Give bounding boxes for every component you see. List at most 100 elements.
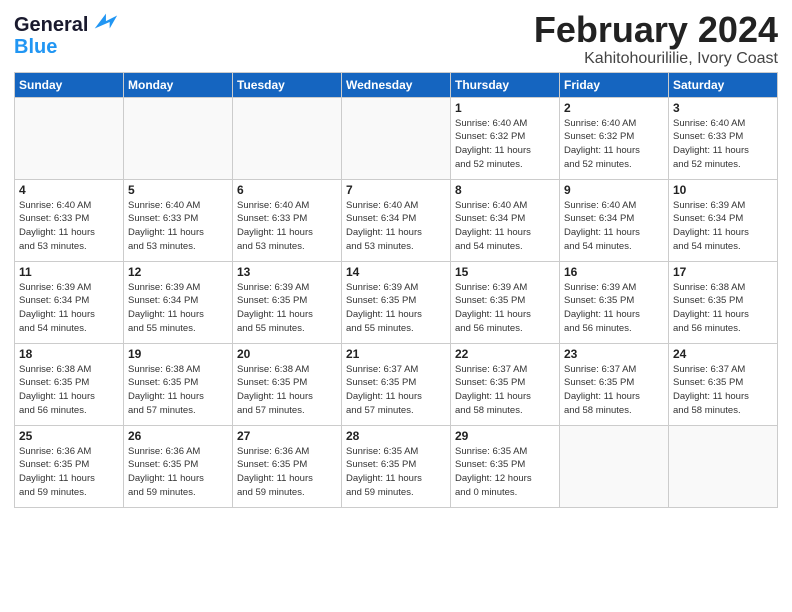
calendar-cell [669,425,778,507]
day-number: 24 [673,347,773,361]
day-info: Sunrise: 6:39 AMSunset: 6:34 PMDaylight:… [673,199,773,254]
calendar-table: Sunday Monday Tuesday Wednesday Thursday… [14,72,778,508]
day-number: 15 [455,265,555,279]
day-number: 28 [346,429,446,443]
day-number: 17 [673,265,773,279]
day-number: 20 [237,347,337,361]
col-tuesday: Tuesday [233,72,342,97]
day-info: Sunrise: 6:36 AMSunset: 6:35 PMDaylight:… [128,445,228,500]
day-info: Sunrise: 6:40 AMSunset: 6:32 PMDaylight:… [455,117,555,172]
week-row-2: 4 Sunrise: 6:40 AMSunset: 6:33 PMDaylight… [15,179,778,261]
day-number: 1 [455,101,555,115]
day-info: Sunrise: 6:39 AMSunset: 6:35 PMDaylight:… [564,281,664,336]
day-number: 2 [564,101,664,115]
day-info: Sunrise: 6:37 AMSunset: 6:35 PMDaylight:… [673,363,773,418]
calendar-cell: 18 Sunrise: 6:38 AMSunset: 6:35 PMDayligh… [15,343,124,425]
title-block: February 2024 Kahitohourililie, Ivory Co… [534,10,778,68]
calendar-cell: 27Sunrise: 6:36 AMSunset: 6:35 PMDayligh… [233,425,342,507]
calendar-cell: 5 Sunrise: 6:40 AMSunset: 6:33 PMDaylight… [124,179,233,261]
calendar-cell [124,97,233,179]
col-friday: Friday [560,72,669,97]
logo: General Blue [14,14,119,58]
calendar-header-row: Sunday Monday Tuesday Wednesday Thursday… [15,72,778,97]
calendar-cell [560,425,669,507]
calendar-cell: 1 Sunrise: 6:40 AMSunset: 6:32 PMDaylight… [451,97,560,179]
day-info: Sunrise: 6:35 AMSunset: 6:35 PMDaylight:… [346,445,446,500]
day-info: Sunrise: 6:37 AMSunset: 6:35 PMDaylight:… [564,363,664,418]
day-info: Sunrise: 6:40 AMSunset: 6:34 PMDaylight:… [455,199,555,254]
day-info: Sunrise: 6:38 AMSunset: 6:35 PMDaylight:… [673,281,773,336]
calendar-cell: 9Sunrise: 6:40 AMSunset: 6:34 PMDaylight… [560,179,669,261]
location-subtitle: Kahitohourililie, Ivory Coast [534,50,778,68]
calendar-cell: 22 Sunrise: 6:37 AMSunset: 6:35 PMDayligh… [451,343,560,425]
day-info: Sunrise: 6:40 AMSunset: 6:33 PMDaylight:… [673,117,773,172]
week-row-3: 11Sunrise: 6:39 AMSunset: 6:34 PMDayligh… [15,261,778,343]
day-number: 4 [19,183,119,197]
header: General Blue February 2024 Kahitohourili… [14,10,778,68]
day-info: Sunrise: 6:40 AMSunset: 6:33 PMDaylight:… [19,199,119,254]
day-info: Sunrise: 6:39 AMSunset: 6:35 PMDaylight:… [455,281,555,336]
day-info: Sunrise: 6:37 AMSunset: 6:35 PMDaylight:… [346,363,446,418]
col-monday: Monday [124,72,233,97]
day-info: Sunrise: 6:40 AMSunset: 6:32 PMDaylight:… [564,117,664,172]
logo-text: General [14,14,88,36]
col-wednesday: Wednesday [342,72,451,97]
calendar-cell: 7 Sunrise: 6:40 AMSunset: 6:34 PMDaylight… [342,179,451,261]
calendar-cell: 23 Sunrise: 6:37 AMSunset: 6:35 PMDayligh… [560,343,669,425]
week-row-5: 25 Sunrise: 6:36 AMSunset: 6:35 PMDayligh… [15,425,778,507]
calendar-cell: 3 Sunrise: 6:40 AMSunset: 6:33 PMDaylight… [669,97,778,179]
day-info: Sunrise: 6:40 AMSunset: 6:33 PMDaylight:… [128,199,228,254]
week-row-1: 1 Sunrise: 6:40 AMSunset: 6:32 PMDaylight… [15,97,778,179]
day-info: Sunrise: 6:40 AMSunset: 6:33 PMDaylight:… [237,199,337,254]
calendar-cell: 17 Sunrise: 6:38 AMSunset: 6:35 PMDayligh… [669,261,778,343]
day-number: 6 [237,183,337,197]
col-thursday: Thursday [451,72,560,97]
day-number: 21 [346,347,446,361]
calendar-cell: 14 Sunrise: 6:39 AMSunset: 6:35 PMDayligh… [342,261,451,343]
week-row-4: 18 Sunrise: 6:38 AMSunset: 6:35 PMDayligh… [15,343,778,425]
day-info: Sunrise: 6:40 AMSunset: 6:34 PMDaylight:… [346,199,446,254]
day-info: Sunrise: 6:38 AMSunset: 6:35 PMDaylight:… [19,363,119,418]
day-number: 16 [564,265,664,279]
calendar-cell: 4 Sunrise: 6:40 AMSunset: 6:33 PMDaylight… [15,179,124,261]
day-info: Sunrise: 6:38 AMSunset: 6:35 PMDaylight:… [237,363,337,418]
calendar-cell [15,97,124,179]
day-number: 14 [346,265,446,279]
day-number: 10 [673,183,773,197]
day-number: 22 [455,347,555,361]
day-info: Sunrise: 6:40 AMSunset: 6:34 PMDaylight:… [564,199,664,254]
day-info: Sunrise: 6:37 AMSunset: 6:35 PMDaylight:… [455,363,555,418]
day-number: 7 [346,183,446,197]
calendar-cell: 10 Sunrise: 6:39 AMSunset: 6:34 PMDayligh… [669,179,778,261]
calendar-cell: 29Sunrise: 6:35 AMSunset: 6:35 PMDayligh… [451,425,560,507]
day-info: Sunrise: 6:39 AMSunset: 6:35 PMDaylight:… [346,281,446,336]
day-number: 8 [455,183,555,197]
calendar-cell: 13 Sunrise: 6:39 AMSunset: 6:35 PMDayligh… [233,261,342,343]
calendar-cell: 24 Sunrise: 6:37 AMSunset: 6:35 PMDayligh… [669,343,778,425]
col-sunday: Sunday [15,72,124,97]
day-info: Sunrise: 6:39 AMSunset: 6:35 PMDaylight:… [237,281,337,336]
month-year-title: February 2024 [534,10,778,50]
day-number: 18 [19,347,119,361]
day-info: Sunrise: 6:36 AMSunset: 6:35 PMDaylight:… [19,445,119,500]
calendar-cell: 28 Sunrise: 6:35 AMSunset: 6:35 PMDayligh… [342,425,451,507]
logo-blue-text: Blue [14,36,57,58]
day-info: Sunrise: 6:35 AMSunset: 6:35 PMDaylight:… [455,445,555,500]
calendar-cell: 2 Sunrise: 6:40 AMSunset: 6:32 PMDaylight… [560,97,669,179]
day-number: 27 [237,429,337,443]
calendar-cell [342,97,451,179]
day-number: 3 [673,101,773,115]
day-number: 13 [237,265,337,279]
day-number: 19 [128,347,228,361]
day-number: 25 [19,429,119,443]
calendar-cell: 21 Sunrise: 6:37 AMSunset: 6:35 PMDayligh… [342,343,451,425]
day-number: 23 [564,347,664,361]
calendar-cell: 6 Sunrise: 6:40 AMSunset: 6:33 PMDaylight… [233,179,342,261]
day-number: 11 [19,265,119,279]
calendar-cell [233,97,342,179]
calendar-cell: 12Sunrise: 6:39 AMSunset: 6:34 PMDayligh… [124,261,233,343]
day-number: 5 [128,183,228,197]
calendar-cell: 8 Sunrise: 6:40 AMSunset: 6:34 PMDaylight… [451,179,560,261]
calendar-cell: 19Sunrise: 6:38 AMSunset: 6:35 PMDayligh… [124,343,233,425]
day-number: 12 [128,265,228,279]
